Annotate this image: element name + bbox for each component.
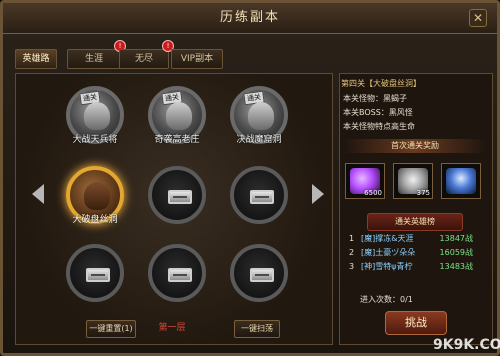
rank-number: 1 bbox=[349, 234, 355, 243]
reward-qty: 375 bbox=[416, 189, 430, 197]
reset-all-button[interactable]: 一键重置(1) bbox=[86, 320, 136, 338]
player-name: [魔]土豪ヅ朵朵 bbox=[361, 248, 416, 257]
tab-vip-dungeon[interactable]: VIP副本 bbox=[171, 49, 223, 69]
stage-node-8[interactable] bbox=[148, 244, 206, 302]
close-icon[interactable]: ✕ bbox=[469, 9, 487, 27]
ranking-row[interactable]: 1 [魔]撑冻&天涯 13847战 bbox=[343, 233, 491, 245]
left-arrow-icon[interactable] bbox=[32, 184, 44, 204]
feature-info: 本关怪物特点高生命 bbox=[343, 122, 415, 131]
rank-number: 2 bbox=[349, 248, 355, 257]
reward-slot[interactable]: 6500 bbox=[345, 163, 385, 199]
tab-label: 无尽 bbox=[134, 54, 153, 64]
rank-number: 3 bbox=[349, 262, 355, 271]
title-bar: 历练副本 ✕ bbox=[3, 3, 497, 34]
tab-hero-road[interactable]: 英雄路 bbox=[15, 49, 57, 69]
lock-icon bbox=[168, 268, 192, 282]
lock-icon bbox=[86, 268, 110, 282]
reward-qty: 6500 bbox=[364, 189, 382, 197]
dungeon-window: 历练副本 ✕ 英雄路 生涯 ! 无尽 ! VIP副本 通关 大战天兵将 通关 奇… bbox=[0, 0, 500, 356]
watermark: 9K9K.COM bbox=[433, 337, 500, 353]
player-name: [魔]撑冻&天涯 bbox=[361, 234, 414, 243]
ranking-header: 通关英雄榜 bbox=[367, 213, 463, 231]
boss-info: 本关BOSS：黑风怪 bbox=[343, 108, 413, 117]
reward-slot[interactable] bbox=[441, 163, 481, 199]
stage-title: 第四关【大破盘丝洞】 bbox=[341, 79, 421, 88]
sweep-all-button[interactable]: 一键扫荡 bbox=[234, 320, 280, 338]
tab-label: VIP副本 bbox=[180, 54, 214, 64]
right-arrow-icon[interactable] bbox=[312, 184, 324, 204]
boss-portrait bbox=[248, 102, 274, 130]
window-title: 历练副本 bbox=[219, 10, 280, 25]
lock-icon bbox=[250, 268, 274, 282]
stage-label: 大破盘丝洞 bbox=[72, 215, 118, 225]
boss-portrait bbox=[84, 102, 110, 130]
blue-gem-icon bbox=[446, 168, 476, 194]
stage-label: 决战魔窟洞 bbox=[236, 135, 282, 145]
ranking-row[interactable]: 3 [神]雪特ψ青柠 13483战 bbox=[343, 261, 491, 273]
tab-label: 生涯 bbox=[84, 54, 103, 64]
lock-icon bbox=[250, 190, 274, 204]
player-name: [神]雪特ψ青柠 bbox=[361, 262, 413, 271]
stage-node-7[interactable] bbox=[66, 244, 124, 302]
tab-endless[interactable]: 无尽 ! bbox=[119, 40, 174, 69]
stage-node-5[interactable] bbox=[148, 166, 206, 224]
stage-label: 大战天兵将 bbox=[72, 135, 118, 145]
stage-node-6[interactable] bbox=[230, 166, 288, 224]
boss-portrait bbox=[84, 182, 110, 210]
lock-icon bbox=[168, 190, 192, 204]
tab-career[interactable]: 生涯 ! bbox=[67, 40, 126, 69]
stage-map-panel: 通关 大战天兵将 通关 奇袭高老庄 通关 决战魔窟洞 大破盘丝洞 一键重置(1)… bbox=[15, 73, 333, 345]
stage-node-9[interactable] bbox=[230, 244, 288, 302]
player-power: 13847战 bbox=[439, 234, 473, 243]
boss-portrait bbox=[166, 102, 192, 130]
player-power: 13483战 bbox=[439, 262, 473, 271]
player-power: 16059战 bbox=[439, 248, 473, 257]
floor-indicator: 第一层 bbox=[158, 323, 186, 333]
tab-label: 英雄路 bbox=[22, 54, 50, 64]
entry-count: 进入次数：0/1 bbox=[360, 295, 413, 304]
challenge-button[interactable]: 挑战 bbox=[385, 311, 447, 335]
stage-label: 奇袭高老庄 bbox=[154, 135, 200, 145]
ranking-row[interactable]: 2 [魔]土豪ヅ朵朵 16059战 bbox=[343, 247, 491, 259]
first-clear-header: 首次通关奖励 bbox=[343, 139, 487, 153]
monster-info: 本关怪物：黑蝎子 bbox=[343, 94, 407, 103]
reward-slot[interactable]: 375 bbox=[393, 163, 433, 199]
